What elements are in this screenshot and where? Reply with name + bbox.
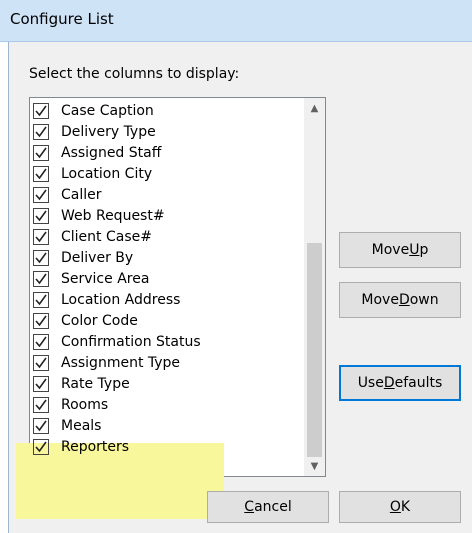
list-item-label: Delivery Type [61, 123, 156, 140]
checkmark-icon [35, 252, 47, 263]
list-item[interactable]: Rate Type [33, 373, 303, 394]
list-item[interactable]: Case Caption [33, 100, 303, 121]
checkbox[interactable] [33, 186, 49, 203]
list-item-label: Meals [61, 417, 102, 434]
checkmark-icon [35, 189, 47, 200]
list-item-label: Location Address [61, 291, 181, 308]
list-item-label: Assignment Type [61, 354, 181, 371]
list-item[interactable]: Color Code [33, 310, 303, 331]
columns-listbox[interactable]: Case Caption Delivery Type Assigned Staff L… [16, 97, 326, 519]
list-item[interactable]: Location City [33, 163, 303, 184]
list-item[interactable]: Confirmation Status [33, 331, 303, 352]
checkbox[interactable] [33, 165, 49, 182]
list-item-label: Reporters [61, 438, 130, 455]
title-bar[interactable]: Configure List [0, 0, 472, 42]
list-item-label: Rate Type [61, 375, 130, 392]
configure-list-dialog: Select the columns to display: Case Capt… [8, 42, 472, 533]
list-item[interactable]: Deliver By [33, 247, 303, 268]
list-item[interactable]: Meals [33, 415, 303, 436]
list-item[interactable]: Caller [33, 184, 303, 205]
ok-button[interactable]: OK [339, 491, 461, 523]
checkmark-icon [35, 210, 47, 221]
list-item-label: Confirmation Status [61, 333, 201, 350]
list-item-label: Client Case# [61, 228, 152, 245]
list-item-label: Web Request# [61, 207, 165, 224]
list-item-label: Deliver By [61, 249, 134, 266]
checkmark-icon [35, 294, 47, 305]
checkbox[interactable] [33, 375, 49, 392]
checkmark-icon [35, 147, 47, 158]
vertical-scrollbar[interactable]: ▲ ▼ [304, 98, 325, 476]
checkmark-icon [35, 273, 47, 284]
move-down-button[interactable]: Move Down [339, 282, 461, 318]
checkmark-icon [35, 441, 47, 452]
checkbox[interactable] [33, 144, 49, 161]
checkbox[interactable] [33, 123, 49, 140]
checkmark-icon [35, 168, 47, 179]
checkmark-icon [35, 357, 47, 368]
checkbox[interactable] [33, 249, 49, 266]
list-item-label: Caller [61, 186, 102, 203]
checkbox[interactable] [33, 312, 49, 329]
checkmark-icon [35, 315, 47, 326]
list-item[interactable]: Location Address [33, 289, 303, 310]
checkmark-icon [35, 336, 47, 347]
checkmark-icon [35, 399, 47, 410]
list-item-label: Service Area [61, 270, 150, 287]
list-item[interactable]: Assigned Staff [33, 142, 303, 163]
checkmark-icon [35, 378, 47, 389]
checkbox[interactable] [33, 291, 49, 308]
list-item[interactable]: Reporters [33, 436, 303, 457]
checkmark-icon [35, 231, 47, 242]
window-title: Configure List [10, 10, 114, 28]
checkbox[interactable] [33, 354, 49, 371]
checkbox[interactable] [33, 270, 49, 287]
scroll-down-arrow-icon[interactable]: ▼ [304, 456, 325, 476]
move-up-button[interactable]: Move Up [339, 232, 461, 268]
use-defaults-button[interactable]: Use Defaults [339, 365, 461, 401]
checkbox[interactable] [33, 396, 49, 413]
scroll-thumb[interactable] [307, 243, 322, 457]
checkbox[interactable] [33, 207, 49, 224]
list-item-label: Location City [61, 165, 153, 182]
list-item[interactable]: Client Case# [33, 226, 303, 247]
checkmark-icon [35, 420, 47, 431]
checkbox[interactable] [33, 333, 49, 350]
checkbox[interactable] [33, 438, 49, 455]
list-item-label: Case Caption [61, 102, 154, 119]
checkbox[interactable] [33, 417, 49, 434]
list-item-label: Color Code [61, 312, 138, 329]
checkbox[interactable] [33, 102, 49, 119]
list-item-label: Assigned Staff [61, 144, 162, 161]
checkmark-icon [35, 105, 47, 116]
list-item[interactable]: Rooms [33, 394, 303, 415]
list-item-label: Rooms [61, 396, 109, 413]
scroll-up-arrow-icon[interactable]: ▲ [304, 98, 325, 118]
list-item[interactable]: Web Request# [33, 205, 303, 226]
checkbox[interactable] [33, 228, 49, 245]
cancel-button[interactable]: Cancel [207, 491, 329, 523]
list-item[interactable]: Delivery Type [33, 121, 303, 142]
list-item[interactable]: Assignment Type [33, 352, 303, 373]
columns-prompt: Select the columns to display: [29, 66, 240, 82]
list-item[interactable]: Service Area [33, 268, 303, 289]
checkmark-icon [35, 126, 47, 137]
